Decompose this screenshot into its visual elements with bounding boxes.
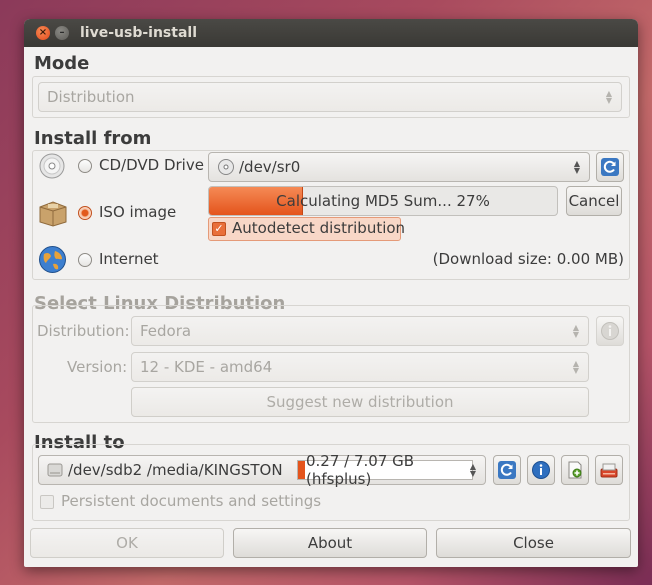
distribution-label: Distribution: (37, 322, 130, 340)
version-combo: 12 - KDE - amd64 ▲ ▼ (131, 352, 589, 382)
cd-drive-label[interactable]: CD/DVD Drive (99, 156, 204, 174)
cd-drive-icon (38, 152, 66, 180)
about-button[interactable]: About (233, 528, 427, 558)
add-device-button[interactable] (561, 455, 589, 485)
iso-image-radio[interactable] (78, 206, 92, 220)
refresh-drives-button[interactable] (596, 152, 624, 182)
combo-arrows-icon: ▲ ▼ (572, 323, 579, 339)
autodetect-label[interactable]: Autodetect distribution (232, 219, 405, 237)
persistent-checkbox (40, 495, 54, 509)
internet-radio[interactable] (78, 253, 92, 267)
iso-package-icon (37, 199, 69, 227)
md5-progress-bar: Calculating MD5 Sum... 27% (208, 186, 558, 216)
refresh-devices-button[interactable] (493, 455, 521, 485)
distribution-value: Fedora (140, 322, 192, 340)
app-window: × – live-usb-install Mode Distribution ▲… (24, 19, 638, 567)
internet-label[interactable]: Internet (99, 250, 159, 268)
download-size-text: (Download size: 0.00 MB) (432, 250, 624, 268)
info-icon (532, 461, 550, 479)
device-info-button[interactable] (527, 455, 555, 485)
device-usage-text: 0.27 / 7.07 GB (hfsplus) (306, 452, 415, 488)
suggest-distribution-button: Suggest new distribution (131, 387, 589, 417)
format-drive-icon (600, 463, 618, 478)
autodetect-checkbox[interactable]: ✓ (212, 222, 226, 236)
version-value: 12 - KDE - amd64 (140, 358, 273, 376)
close-button[interactable]: Close (436, 528, 631, 558)
device-usage-meter: 0.27 / 7.07 GB (hfsplus) (297, 452, 473, 488)
mode-section-title: Mode (34, 53, 90, 74)
cd-drive-radio[interactable] (78, 159, 92, 173)
add-document-icon (568, 461, 582, 479)
distribution-info-button (596, 316, 624, 346)
target-device-value: /dev/sdb2 /media/KINGSTON (68, 461, 283, 479)
info-icon (601, 322, 619, 340)
window-title: live-usb-install (80, 25, 197, 41)
md5-progress-text: Calculating MD5 Sum... 27% (276, 192, 490, 210)
minimize-window-icon[interactable]: – (55, 26, 69, 40)
iso-image-label[interactable]: ISO image (99, 203, 176, 221)
internet-globe-icon (38, 245, 67, 274)
target-device-combo[interactable]: /dev/sdb2 /media/KINGSTON 0.27 / 7.07 GB… (38, 452, 486, 488)
ok-button: OK (30, 528, 224, 558)
disc-icon (218, 159, 234, 175)
cd-device-value: /dev/sr0 (239, 158, 301, 176)
combo-arrows-icon: ▲ ▼ (573, 159, 580, 175)
drive-icon (47, 463, 63, 477)
version-label: Version: (67, 358, 128, 376)
persistent-label: Persistent documents and settings (61, 492, 322, 510)
combo-arrows-icon: ▲ ▼ (469, 462, 476, 478)
combo-arrows-icon: ▲ ▼ (572, 359, 579, 375)
mode-combo-value: Distribution (47, 88, 135, 106)
distribution-combo: Fedora ▲ ▼ (131, 316, 589, 346)
install-from-section-title: Install from (34, 128, 152, 149)
cancel-button[interactable]: Cancel (566, 186, 622, 216)
cd-device-combo[interactable]: /dev/sr0 ▲ ▼ (208, 152, 590, 182)
format-device-button[interactable] (595, 455, 623, 485)
close-window-icon[interactable]: × (36, 26, 50, 40)
refresh-icon (498, 461, 516, 479)
combo-arrows-icon: ▲ ▼ (605, 89, 612, 105)
title-bar[interactable]: × – live-usb-install (24, 19, 638, 47)
mode-combo: Distribution ▲ ▼ (38, 82, 622, 112)
refresh-icon (601, 158, 619, 176)
